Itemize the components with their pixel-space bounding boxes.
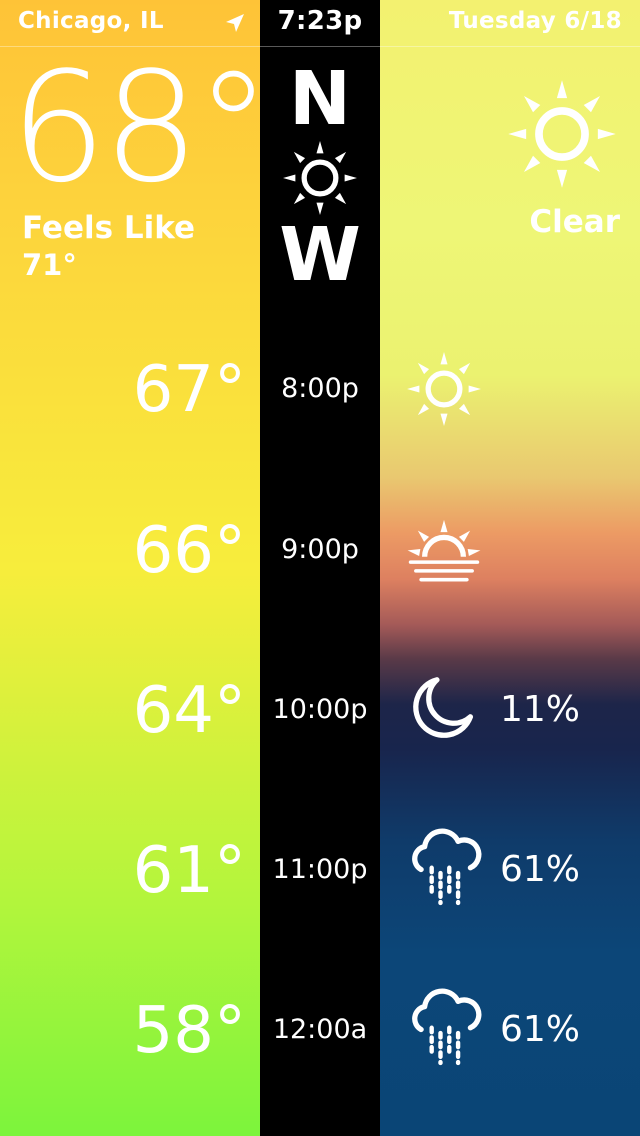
sunset-icon: [400, 504, 488, 592]
sun-icon: [276, 134, 364, 222]
hour-time: 12:00a: [272, 1014, 368, 1045]
precip-chance: 61%: [500, 849, 581, 890]
feels-like-value: 71°: [22, 248, 77, 282]
rain-cloud-icon: [400, 822, 488, 910]
hour-temperature: 66°: [132, 514, 246, 588]
feels-like-label: Feels Like: [22, 210, 196, 246]
hour-time: 11:00p: [272, 854, 368, 885]
hour-temperature: 58°: [132, 994, 246, 1068]
hour-temperature: 61°: [132, 834, 246, 908]
sun-icon: [400, 345, 488, 433]
location-arrow-icon: [226, 14, 244, 32]
sun-icon: [498, 70, 626, 198]
condition-label: Clear: [529, 204, 620, 240]
hour-time: 9:00p: [281, 534, 359, 565]
location-label[interactable]: Chicago, IL: [18, 8, 164, 34]
date-label: Tuesday 6/18: [448, 8, 622, 34]
now-letter-n: N: [289, 56, 351, 142]
moon-icon: [400, 664, 488, 752]
precip-chance: 11%: [500, 689, 581, 730]
hour-temperature: 64°: [132, 674, 246, 748]
hour-time: 8:00p: [281, 373, 359, 404]
rain-cloud-icon: [400, 982, 488, 1070]
now-letter-w: W: [279, 212, 361, 298]
precip-chance: 61%: [500, 1009, 581, 1050]
hour-temperature: 67°: [132, 353, 246, 427]
hour-time: 10:00p: [272, 694, 368, 725]
status-clock: 7:23p: [277, 6, 363, 36]
current-temperature: 68°: [10, 39, 271, 216]
